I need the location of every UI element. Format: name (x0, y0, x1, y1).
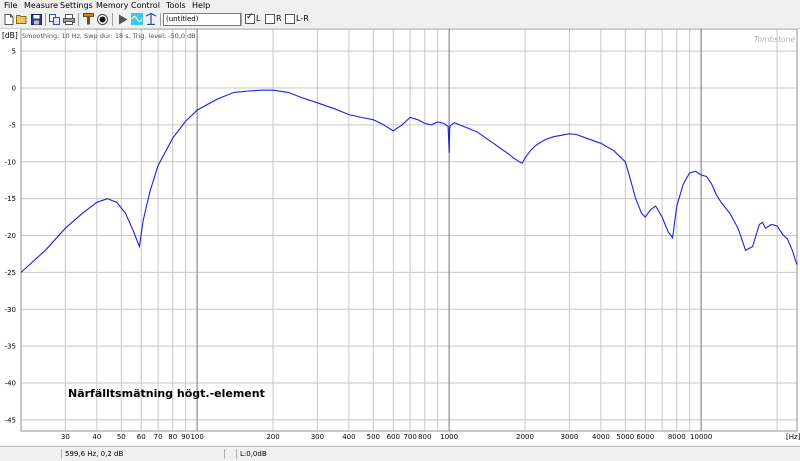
toolbar: (untitled) L R L-R (0, 11, 800, 29)
toolbar-separator (78, 13, 79, 26)
copy-icon[interactable] (49, 13, 61, 25)
x-tick-label: 6000 (636, 433, 654, 441)
calibrate-icon[interactable] (82, 13, 94, 25)
frequency-response-chart[interactable]: 50-5-10-15-20-25-30-35-40-45 30 40 50 60 70 8… (0, 28, 800, 445)
x-tick-label: 300 (311, 433, 324, 441)
x-tick-label: 40 (92, 433, 101, 441)
status-blank-cell (0, 449, 59, 459)
menu-control[interactable]: Control (131, 0, 160, 11)
x-tick-label: 100 (190, 433, 203, 441)
x-tick-label: 500 (367, 433, 380, 441)
menu-tools[interactable]: Tools (166, 0, 186, 11)
menu-help[interactable]: Help (192, 0, 210, 11)
x-tick-label: 50 (117, 433, 126, 441)
x-tick-label: 3000 (560, 433, 578, 441)
cursor-readout: 599,6 Hz, 0,2 dB (61, 449, 225, 459)
toolbar-separator (160, 13, 161, 26)
y-tick-label: -5 (9, 121, 16, 129)
x-tick-label: 30 (61, 433, 70, 441)
y-tick-label: -10 (5, 158, 16, 166)
status-bar: 599,6 Hz, 0,2 dB L:0,0dB (0, 446, 800, 461)
x-tick-label: 5000 (616, 433, 634, 441)
open-icon[interactable] (16, 13, 28, 25)
print-icon[interactable] (63, 13, 75, 25)
y-tick-label: -30 (5, 306, 16, 314)
trigger-icon[interactable] (145, 13, 157, 25)
watermark: Tombstone (754, 35, 796, 44)
channel-lr-checkbox[interactable] (285, 14, 295, 24)
menu-settings[interactable]: Settings (60, 0, 93, 11)
x-tick-label: 80 (168, 433, 177, 441)
menu-file[interactable]: File (4, 0, 17, 11)
y-tick-label: 5 (12, 48, 16, 56)
x-tick-label: 700 (403, 433, 416, 441)
x-tick-label: 2000 (516, 433, 534, 441)
measurement-info: Smoothing: 10 Hz, Swp dur: 18 s, Trig. l… (22, 32, 196, 40)
y-tick-label: -35 (5, 343, 16, 351)
channel-r-label: R (276, 14, 282, 23)
measurement-name-field[interactable]: (untitled) (163, 13, 241, 26)
x-tick-label: 10000 (690, 433, 712, 441)
channel-l-label: L (256, 14, 261, 23)
save-icon[interactable] (30, 13, 42, 25)
y-tick-label: -45 (5, 416, 16, 424)
x-tick-label: 70 (154, 433, 163, 441)
generator-icon[interactable] (131, 13, 143, 25)
toolbar-separator (112, 13, 113, 26)
x-tick-label: 600 (387, 433, 400, 441)
channel-l-checkbox[interactable] (245, 12, 255, 24)
menu-measure[interactable]: Measure (24, 0, 58, 11)
level-readout: L:0,0dB (236, 449, 440, 459)
new-icon[interactable] (3, 13, 15, 25)
x-tick-label: 800 (418, 433, 431, 441)
status-spacer (224, 449, 236, 459)
x-tick-label: 90 (181, 433, 190, 441)
x-tick-label: 60 (137, 433, 146, 441)
channel-lr-label: L-R (296, 14, 309, 23)
menu-memory[interactable]: Memory (96, 0, 129, 11)
y-tick-label: -25 (5, 269, 16, 277)
frequency-response-plot[interactable]: 5 0 -5 -10 -15 -20 -25 -30 -35 -40 -45 30 40 50 60 70 8… (0, 28, 800, 445)
x-tick-label: 4000 (592, 433, 610, 441)
y-tick-label: -15 (5, 195, 16, 203)
y-tick-label: -20 (5, 232, 16, 240)
x-tick-label: 400 (342, 433, 355, 441)
y-tick-label: -40 (5, 380, 16, 388)
x-unit-label: [Hz] (786, 433, 800, 441)
x-tick-label: 200 (266, 433, 279, 441)
menu-bar: File Measure Settings Memory Control Too… (0, 0, 800, 11)
channel-r-checkbox[interactable] (265, 14, 275, 24)
toolbar-separator (241, 13, 242, 26)
toolbar-separator (45, 13, 46, 26)
plot-annotation: Närfälltsmätning högt.-element (68, 387, 265, 400)
y-unit-label: [dB] (2, 31, 18, 40)
x-tick-label: 1000 (440, 433, 458, 441)
play-icon[interactable] (117, 13, 129, 25)
x-tick-label: 8000 (668, 433, 686, 441)
record-icon[interactable] (96, 13, 108, 25)
y-tick-label: 0 (12, 85, 16, 93)
